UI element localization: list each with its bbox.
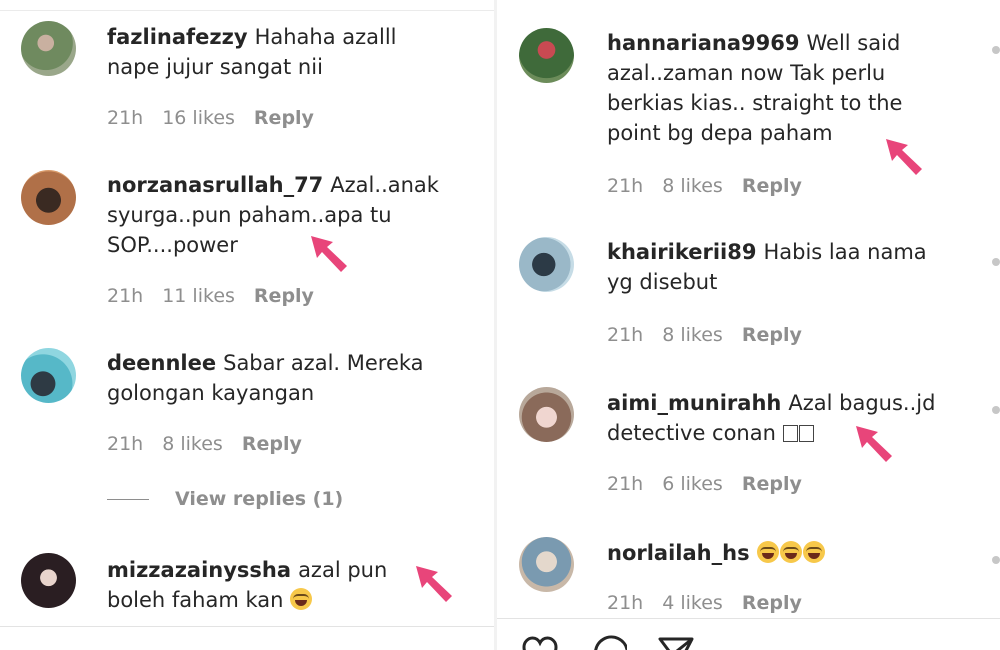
reply-button[interactable]: Reply: [254, 107, 314, 129]
comment-meta: 21h 4 likes Reply: [607, 592, 821, 614]
comment-username[interactable]: khairikerii89: [607, 240, 756, 264]
comment-likes[interactable]: 11 likes: [162, 285, 235, 307]
comment-username[interactable]: mizzazainyssha: [107, 558, 291, 582]
avatar[interactable]: [519, 237, 574, 292]
comment-text: hannariana9969 Well said azal..zaman now …: [607, 28, 947, 148]
comment-meta: 21h 8 likes Reply: [607, 175, 821, 197]
right-comments-panel: hannariana9969 Well said azal..zaman now …: [497, 0, 1000, 650]
comment-username[interactable]: aimi_munirahh: [607, 391, 781, 415]
comment-text: aimi_munirahh Azal bagus..jd detective co…: [607, 388, 957, 450]
comment-meta: 21h 11 likes Reply: [107, 285, 333, 307]
avatar[interactable]: [21, 21, 76, 76]
reply-button[interactable]: Reply: [742, 473, 802, 495]
more-options-icon[interactable]: [992, 406, 1000, 414]
comment-likes[interactable]: 8 likes: [162, 433, 223, 455]
comment-meta: 21h 6 likes Reply: [607, 473, 821, 495]
comment-username[interactable]: norzanasrullah_77: [107, 173, 323, 197]
avatar[interactable]: [519, 28, 574, 83]
comment-time: 21h: [607, 473, 644, 495]
tears-of-joy-emoji-icon: [779, 541, 802, 563]
comment-meta: 21h 8 likes Reply: [607, 324, 821, 346]
reply-button[interactable]: Reply: [742, 175, 802, 197]
view-replies-label: View replies (1): [175, 488, 344, 510]
comment-likes[interactable]: 16 likes: [162, 107, 235, 129]
action-bar: [497, 618, 1000, 650]
reply-button[interactable]: Reply: [742, 324, 802, 346]
tears-of-joy-emoji-icon: [756, 541, 779, 563]
comment-time: 21h: [607, 324, 644, 346]
pointer-arrow-icon: [856, 426, 892, 462]
comment-username[interactable]: norlailah_hs: [607, 541, 750, 565]
tears-of-joy-emoji-icon: [802, 541, 825, 563]
top-divider: [0, 0, 494, 11]
comment-time: 21h: [607, 175, 644, 197]
avatar[interactable]: [21, 170, 76, 225]
avatar[interactable]: [21, 348, 76, 403]
comment-text: deennlee Sabar azal. Mereka golongan kaya…: [107, 348, 457, 408]
comment-meta: 21h 8 likes Reply: [107, 433, 321, 455]
comment-time: 21h: [107, 107, 144, 129]
comment-likes[interactable]: 6 likes: [662, 473, 723, 495]
comment-meta: 21h 16 likes Reply: [107, 107, 333, 129]
view-replies-line: [107, 499, 149, 500]
reply-button[interactable]: Reply: [242, 433, 302, 455]
comment-username[interactable]: hannariana9969: [607, 31, 800, 55]
comment-likes[interactable]: 4 likes: [662, 592, 723, 614]
reply-button[interactable]: Reply: [254, 285, 314, 307]
bottom-divider: [0, 626, 494, 650]
comment-username[interactable]: fazlinafezzy: [107, 25, 248, 49]
tears-of-joy-emoji-icon: [290, 588, 313, 610]
more-options-icon[interactable]: [992, 258, 1000, 266]
pointer-arrow-icon: [311, 236, 347, 272]
left-comments-panel: fazlinafezzy Hahaha azalll nape jujur san…: [0, 0, 494, 650]
comment-text: khairikerii89 Habis laa nama yg disebut: [607, 237, 957, 297]
pointer-arrow-icon: [886, 139, 922, 175]
comment-text: fazlinafezzy Hahaha azalll nape jujur san…: [107, 22, 447, 82]
avatar[interactable]: [519, 537, 574, 592]
comment-text: norzanasrullah_77 Azal..anak syurga..pun …: [107, 170, 457, 260]
comment-likes[interactable]: 8 likes: [662, 324, 723, 346]
comment-time: 21h: [107, 285, 144, 307]
comment-time: 21h: [107, 433, 144, 455]
comment-icon[interactable]: [589, 635, 627, 650]
avatar[interactable]: [519, 387, 574, 442]
comment-time: 21h: [607, 592, 644, 614]
more-options-icon[interactable]: [992, 556, 1000, 564]
heart-icon[interactable]: [521, 635, 559, 650]
more-options-icon[interactable]: [992, 46, 1000, 54]
comment-username[interactable]: deennlee: [107, 351, 216, 375]
pointer-arrow-icon: [416, 566, 452, 602]
comment-likes[interactable]: 8 likes: [662, 175, 723, 197]
comment-text: norlailah_hs: [607, 538, 957, 568]
share-icon[interactable]: [657, 635, 695, 650]
view-replies-button[interactable]: View replies (1): [107, 488, 343, 510]
reply-button[interactable]: Reply: [742, 592, 802, 614]
unrendered-emoji-icon: [782, 420, 815, 450]
comment-text: mizzazainyssha azal pun boleh faham kan: [107, 555, 427, 615]
avatar[interactable]: [21, 553, 76, 608]
